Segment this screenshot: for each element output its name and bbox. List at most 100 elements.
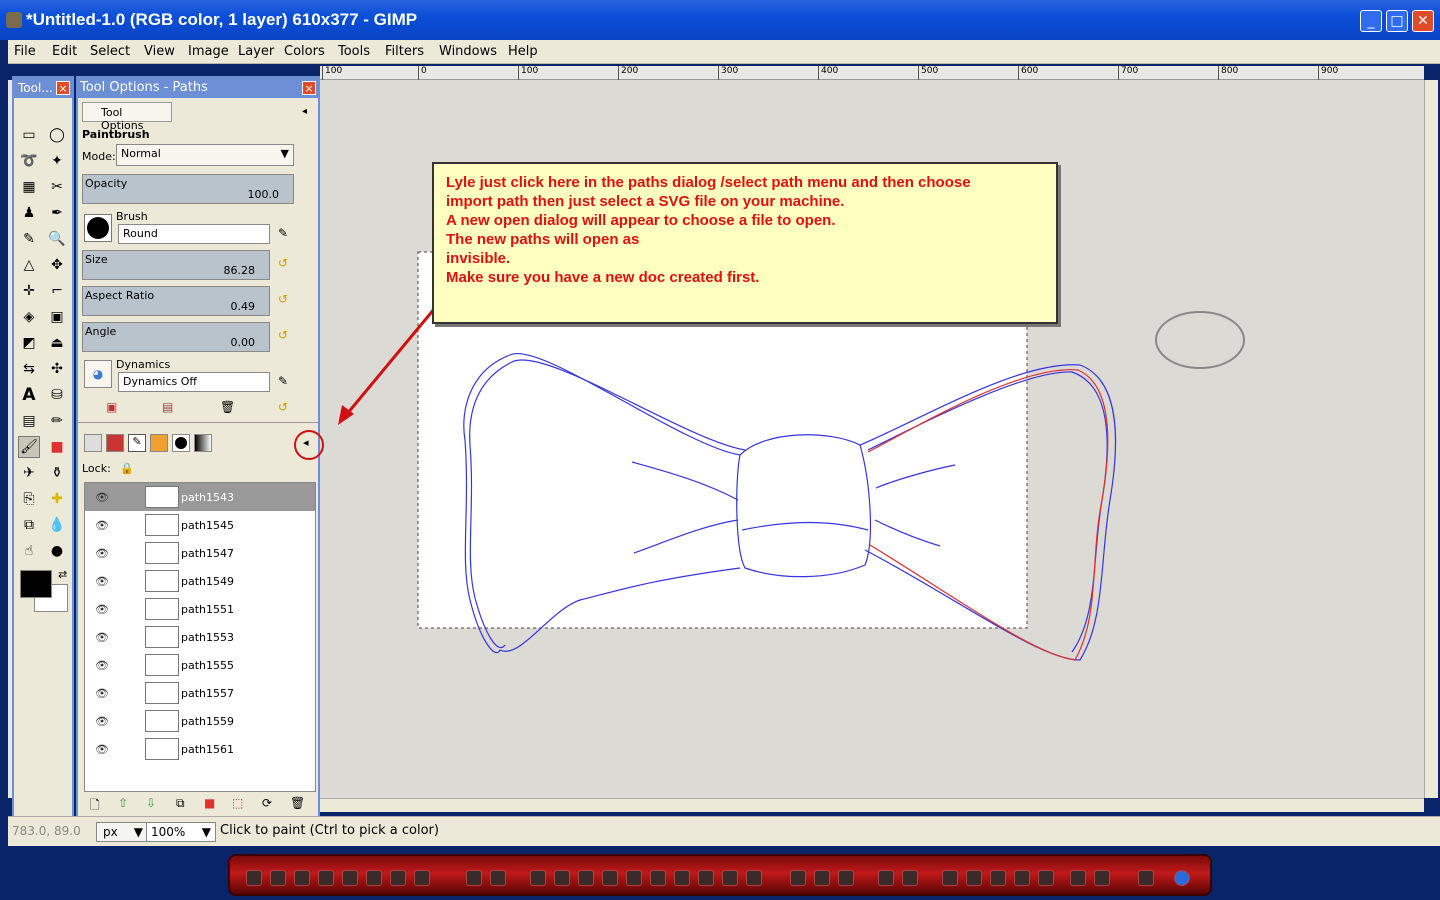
visibility-eye-icon[interactable]: 👁: [95, 575, 109, 588]
rect-select-icon[interactable]: ▭: [18, 124, 40, 146]
path-row[interactable]: 👁 path1555: [85, 651, 315, 679]
launcher-icon[interactable]: [626, 870, 642, 886]
raise-path-icon[interactable]: ⇧: [118, 796, 128, 810]
launcher-icon[interactable]: [698, 870, 714, 886]
printer-icon[interactable]: [1138, 870, 1154, 886]
launcher-icon[interactable]: [294, 870, 310, 886]
maximize-button[interactable]: □: [1386, 10, 1408, 32]
dynamics-field[interactable]: Dynamics Off: [118, 372, 270, 392]
close-button[interactable]: ✕: [1412, 10, 1434, 32]
launcher-icon[interactable]: [902, 870, 918, 886]
tab-colors[interactable]: [150, 434, 168, 452]
edit-brush-icon[interactable]: ✎: [278, 226, 288, 240]
perspective-clone-icon[interactable]: ⧉: [18, 514, 40, 536]
launcher-icon[interactable]: [578, 870, 594, 886]
launcher-icon[interactable]: [342, 870, 358, 886]
dynamics-preview-icon[interactable]: ◕: [84, 360, 112, 388]
path-row[interactable]: 👁 path1561: [85, 735, 315, 763]
size-slider[interactable]: Size 86.28: [82, 250, 270, 280]
airbrush-icon[interactable]: ✈: [18, 462, 40, 484]
unit-select[interactable]: px ▼: [96, 822, 148, 842]
measure-icon[interactable]: △: [18, 254, 40, 276]
restore-options-icon[interactable]: ▤: [162, 400, 173, 414]
align-icon[interactable]: ✛: [18, 280, 40, 302]
launcher-icon[interactable]: [790, 870, 806, 886]
lasso-icon[interactable]: ➰: [18, 150, 40, 172]
path-row[interactable]: 👁 path1551: [85, 595, 315, 623]
clone-icon[interactable]: ⎘: [18, 488, 40, 510]
launcher-icon[interactable]: [1038, 870, 1054, 886]
menu-select[interactable]: Select: [90, 44, 130, 59]
dodge-burn-icon[interactable]: ●: [46, 540, 68, 562]
menu-tools[interactable]: Tools: [338, 44, 370, 59]
perspective-icon[interactable]: ⏏: [46, 332, 68, 354]
reset-size-icon[interactable]: ↺: [278, 256, 288, 270]
save-options-icon[interactable]: ▣: [106, 400, 117, 414]
foreground-select-icon[interactable]: ♟: [18, 202, 40, 224]
blur-icon[interactable]: 💧: [46, 514, 68, 536]
shear-icon[interactable]: ◩: [18, 332, 40, 354]
visibility-eye-icon[interactable]: 👁: [95, 603, 109, 616]
horizontal-scrollbar[interactable]: [320, 798, 1424, 812]
text-tool-icon[interactable]: A: [18, 384, 40, 406]
launcher-icon[interactable]: [530, 870, 546, 886]
launcher-icon[interactable]: [966, 870, 982, 886]
launcher-icon[interactable]: [674, 870, 690, 886]
move-icon[interactable]: ✥: [46, 254, 68, 276]
launcher-icon[interactable]: [722, 870, 738, 886]
heal-icon[interactable]: ✚: [46, 488, 68, 510]
zoom-icon[interactable]: 🔍: [46, 228, 68, 250]
lock-icon[interactable]: 🔒: [120, 462, 134, 475]
zoom-select[interactable]: 100% ▼: [146, 822, 216, 842]
visibility-eye-icon[interactable]: 👁: [95, 547, 109, 560]
crop-icon[interactable]: ⌐: [46, 280, 68, 302]
menu-view[interactable]: View: [144, 44, 175, 59]
ink-icon[interactable]: ⚱: [46, 462, 68, 484]
color-select-icon[interactable]: ▦: [18, 176, 40, 198]
angle-slider[interactable]: Angle 0.00: [82, 322, 270, 352]
path-row[interactable]: 👁 path1553: [85, 623, 315, 651]
foreground-color-swatch-top[interactable]: [20, 570, 52, 598]
path-row[interactable]: 👁 path1547: [85, 539, 315, 567]
path-row[interactable]: 👁 path1545: [85, 511, 315, 539]
visibility-eye-icon[interactable]: 👁: [95, 491, 109, 504]
smudge-icon[interactable]: ☝: [18, 540, 40, 562]
tab-gradients[interactable]: [194, 434, 212, 452]
visibility-eye-icon[interactable]: 👁: [95, 631, 109, 644]
launcher-icon[interactable]: [318, 870, 334, 886]
launcher-icon[interactable]: [814, 870, 830, 886]
cage-icon[interactable]: ✣: [46, 358, 68, 380]
tab-layers[interactable]: [84, 434, 102, 452]
menu-help[interactable]: Help: [508, 44, 538, 59]
launcher-icon[interactable]: [466, 870, 482, 886]
reset-options-icon[interactable]: ↺: [278, 400, 288, 414]
scale-icon[interactable]: ▣: [46, 306, 68, 328]
menu-edit[interactable]: Edit: [52, 44, 77, 59]
launcher-icon[interactable]: [1094, 870, 1110, 886]
launcher-icon[interactable]: [602, 870, 618, 886]
flip-icon[interactable]: ⇆: [18, 358, 40, 380]
color-picker-icon[interactable]: ✎: [18, 228, 40, 250]
path-row[interactable]: 👁 path1543: [85, 483, 315, 511]
paths-menu-icon[interactable]: ◂: [303, 436, 309, 449]
menu-file[interactable]: File: [14, 44, 36, 59]
bucket-fill-icon[interactable]: ⛁: [46, 384, 68, 406]
launcher-icon[interactable]: [1014, 870, 1030, 886]
pencil-icon[interactable]: ✏: [46, 410, 68, 432]
launcher-icon[interactable]: [838, 870, 854, 886]
paths-tool-icon[interactable]: ✒: [46, 202, 68, 224]
delete-path-icon[interactable]: 🗑: [290, 796, 305, 810]
launcher-icon[interactable]: [1070, 870, 1086, 886]
path-row[interactable]: 👁 path1557: [85, 679, 315, 707]
globe-icon[interactable]: [1174, 870, 1190, 886]
lower-path-icon[interactable]: ⇩: [146, 796, 156, 810]
scissors-icon[interactable]: ✂: [46, 176, 68, 198]
reset-angle-icon[interactable]: ↺: [278, 328, 288, 342]
menu-image[interactable]: Image: [188, 44, 229, 59]
visibility-eye-icon[interactable]: 👁: [95, 519, 109, 532]
launcher-icon[interactable]: [490, 870, 506, 886]
opacity-slider[interactable]: Opacity 100.0: [82, 174, 294, 204]
launcher-icon[interactable]: [942, 870, 958, 886]
dock-close-icon[interactable]: ×: [302, 81, 316, 95]
swap-colors-icon[interactable]: ⇄: [58, 568, 67, 581]
